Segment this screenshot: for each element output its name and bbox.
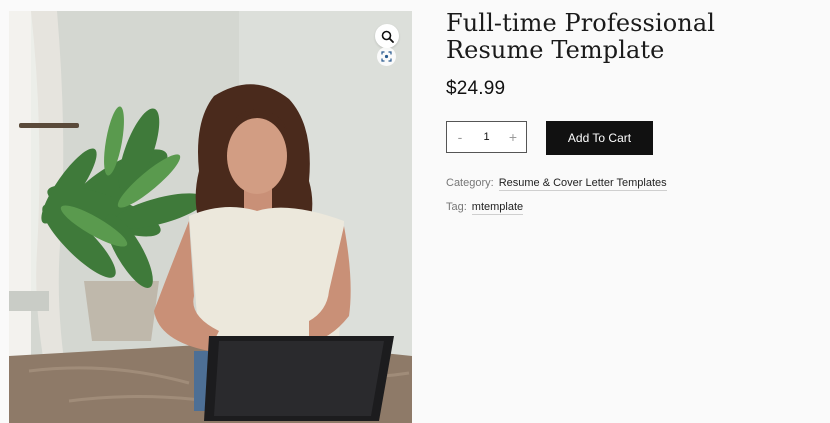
zoom-button[interactable] (375, 24, 399, 48)
quantity-input[interactable] (473, 131, 500, 143)
product-photo-illustration (9, 11, 412, 423)
category-link[interactable]: Resume & Cover Letter Templates (498, 177, 667, 191)
tag-link[interactable]: mtemplate (471, 201, 524, 215)
product-tag: Tag: mtemplate (446, 201, 524, 215)
product-title: Full-time Professional Resume Template (446, 9, 716, 64)
product-image[interactable] (9, 11, 412, 423)
product-price: $24.99 (446, 78, 506, 99)
product-category: Category: Resume & Cover Letter Template… (446, 177, 667, 191)
view-in-space-button[interactable] (377, 47, 396, 66)
add-to-cart-button[interactable]: Add To Cart (546, 121, 653, 155)
magnifier-icon (381, 30, 394, 43)
scan-icon (381, 51, 392, 62)
tag-label: Tag: (446, 201, 467, 213)
category-label: Category: (446, 177, 494, 189)
quantity-stepper: - + (446, 121, 527, 153)
quantity-decrement-button[interactable]: - (447, 122, 473, 152)
quantity-increment-button[interactable]: + (500, 122, 526, 152)
